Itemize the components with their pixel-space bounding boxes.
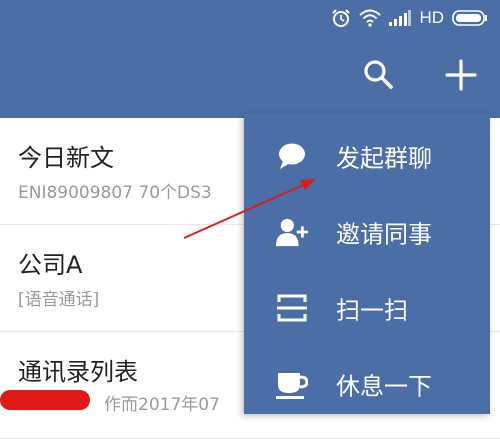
scan-icon [276,292,308,324]
chat-title: 今日新文 [18,144,114,172]
chat-bubble-icon [276,140,308,172]
coffee-cup-icon [276,368,308,400]
menu-item-start-group-chat[interactable]: 发起群聊 [244,118,490,194]
chat-subtitle: 作而2017年07 [104,395,220,415]
menu-item-label: 休息一下 [336,372,432,401]
chat-title: 通讯录列表 [18,358,138,386]
wifi-icon [359,9,382,27]
app-header: HD [0,0,500,118]
popup-menu: 发起群聊 邀请同事 扫一扫 休息一下 [244,114,490,414]
battery-icon [452,10,488,26]
search-icon[interactable] [362,58,394,94]
redaction-mark [0,390,90,410]
chat-title: 公司A [18,251,83,279]
menu-item-label: 扫一扫 [336,296,408,325]
menu-item-invite-colleague[interactable]: 邀请同事 [244,194,490,270]
menu-item-label: 发起群聊 [336,144,432,173]
add-person-icon [276,216,308,248]
plus-icon[interactable] [444,58,478,96]
network-type-label: HD [419,8,444,27]
alarm-icon [331,8,351,28]
signal-icon [389,10,412,26]
menu-item-label: 邀请同事 [336,220,432,249]
menu-item-scan[interactable]: 扫一扫 [244,270,490,346]
chat-subtitle: [语音通话] [18,290,100,310]
chat-subtitle: ENI89009807 70个DS3 [18,183,212,203]
status-bar: HD [331,6,488,30]
menu-item-take-a-break[interactable]: 休息一下 [244,346,490,422]
